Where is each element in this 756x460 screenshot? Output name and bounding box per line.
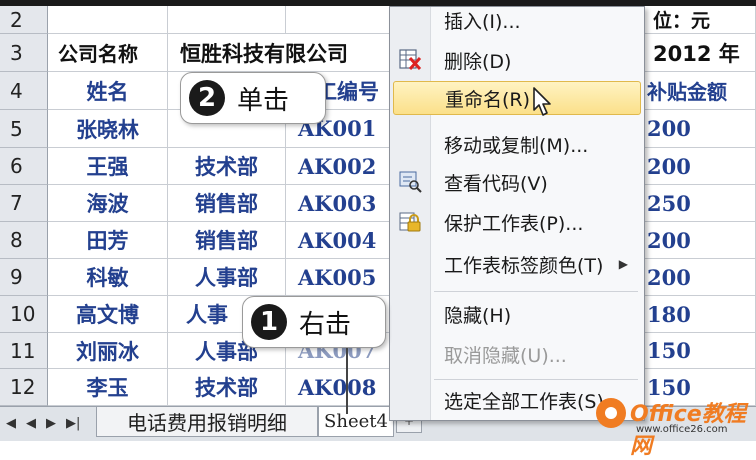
callout-text: 单击 xyxy=(237,85,290,116)
menu-item-tab-color[interactable]: 工作表标签颜色(T) ▶ xyxy=(434,247,640,281)
cell-id[interactable]: AK005 xyxy=(286,259,390,296)
cell-id[interactable]: AK003 xyxy=(286,185,390,222)
office-logo-icon xyxy=(596,398,626,428)
menu-item-insert[interactable]: 插入(I)... xyxy=(434,3,640,37)
menu-item-label: 查看代码(V) xyxy=(444,172,548,195)
delete-sheet-icon xyxy=(399,49,422,71)
callout-step-1: 1 右击 xyxy=(242,296,386,348)
menu-item-label: 选定全部工作表(S) xyxy=(444,390,604,413)
watermark-url: www.office26.com xyxy=(636,424,728,435)
header-name[interactable]: 姓名 xyxy=(48,72,168,110)
row-header-5[interactable]: 5 xyxy=(0,110,48,148)
cell-name[interactable]: 科敏 xyxy=(48,259,168,296)
row-header-7[interactable]: 7 xyxy=(0,185,48,222)
menu-item-label: 删除(D) xyxy=(444,50,512,73)
menu-item-label: 重命名(R) xyxy=(445,88,531,111)
cell-id[interactable]: AK002 xyxy=(286,148,390,185)
cell-dept[interactable]: 技术部 xyxy=(168,148,286,185)
cell-year[interactable]: 2012 年 xyxy=(645,34,756,72)
row-header-11[interactable]: 11 xyxy=(0,333,48,369)
menu-item-label: 隐藏(H) xyxy=(444,304,512,327)
cell-dept[interactable]: 技术部 xyxy=(168,369,286,406)
menu-item-label: 保护工作表(P)... xyxy=(444,212,584,235)
cell-name[interactable]: 刘丽冰 xyxy=(48,333,168,369)
header-amount[interactable]: 补贴金额 xyxy=(645,72,756,110)
menu-item-label: 移动或复制(M)... xyxy=(444,134,589,157)
cell-company-label[interactable]: 公司名称 xyxy=(48,34,168,72)
prev-sheet-icon[interactable]: ◀ xyxy=(26,416,36,431)
row-header-2[interactable]: 2 xyxy=(0,6,48,34)
cell-amount[interactable]: 200 xyxy=(645,110,756,148)
cell-amount[interactable]: 200 xyxy=(645,259,756,296)
cell-row2-a[interactable] xyxy=(48,6,168,34)
mouse-cursor-icon xyxy=(533,87,551,116)
menu-item-label: 工作表标签颜色(T) xyxy=(444,254,604,277)
menu-item-protect-sheet[interactable]: 保护工作表(P)... xyxy=(434,205,640,239)
cell-dept[interactable]: 销售部 xyxy=(168,185,286,222)
menu-item-label: 取消隐藏(U)... xyxy=(444,344,567,367)
step-number-badge: 1 xyxy=(251,304,287,340)
tab-sheet-1[interactable]: 电话费用报销明细 xyxy=(96,407,318,437)
cell-name[interactable]: 张晓林 xyxy=(48,110,168,148)
submenu-arrow-icon: ▶ xyxy=(618,257,628,271)
cell-amount[interactable]: 200 xyxy=(645,148,756,185)
menu-item-view-code[interactable]: 查看代码(V) xyxy=(434,165,640,199)
cell-name[interactable]: 高文博 xyxy=(48,296,168,333)
menu-item-rename[interactable]: 重命名(R) xyxy=(393,81,641,115)
menu-item-delete[interactable]: 删除(D) xyxy=(434,43,640,77)
cell-name[interactable]: 李玉 xyxy=(48,369,168,406)
cell-unit-label[interactable]: 位：元 xyxy=(645,6,756,34)
cell-dept[interactable]: 人事部 xyxy=(168,259,286,296)
callout-leader-line xyxy=(346,348,348,414)
cell-name[interactable]: 田芳 xyxy=(48,222,168,259)
menu-item-label: 插入(I)... xyxy=(444,10,521,33)
row-header-4[interactable]: 4 xyxy=(0,72,48,110)
menu-item-move-copy[interactable]: 移动或复制(M)... xyxy=(434,127,640,161)
first-sheet-icon[interactable]: ◀ xyxy=(6,416,16,431)
cell-company-name[interactable]: 恒胜科技有限公司 xyxy=(168,34,390,72)
row-header-12[interactable]: 12 xyxy=(0,369,48,406)
cell-id[interactable]: AK004 xyxy=(286,222,390,259)
menu-separator xyxy=(434,291,638,292)
step-number-badge: 2 xyxy=(189,80,225,116)
view-code-icon xyxy=(399,171,422,193)
cell-amount[interactable]: 180 xyxy=(645,296,756,333)
row-header-10[interactable]: 10 xyxy=(0,296,48,333)
site-watermark: Office教程网 www.office26.com xyxy=(596,396,754,459)
cell-dept[interactable]: 销售部 xyxy=(168,222,286,259)
cell-row2-b[interactable] xyxy=(168,6,286,34)
next-sheet-icon[interactable]: ▶ xyxy=(46,416,56,431)
callout-step-2: 2 单击 xyxy=(180,72,326,124)
cell-name[interactable]: 海波 xyxy=(48,185,168,222)
cell-amount[interactable]: 150 xyxy=(645,333,756,369)
tab-sheet-2[interactable]: Sheet4 xyxy=(318,407,394,437)
row-header-6[interactable]: 6 xyxy=(0,148,48,185)
sheet-context-menu: 插入(I)... 删除(D) 重命名(R) 移动或复制(M)... 查看代码(V… xyxy=(389,6,645,421)
row-header-8[interactable]: 8 xyxy=(0,222,48,259)
cell-amount[interactable]: 200 xyxy=(645,222,756,259)
callout-text: 右击 xyxy=(299,309,352,340)
cell-amount[interactable]: 250 xyxy=(645,185,756,222)
row-header-3[interactable]: 3 xyxy=(0,34,48,72)
cell-name[interactable]: 王强 xyxy=(48,148,168,185)
row-header-9[interactable]: 9 xyxy=(0,259,48,296)
menu-item-hide[interactable]: 隐藏(H) xyxy=(434,297,640,331)
menu-separator xyxy=(434,379,638,380)
menu-item-unhide: 取消隐藏(U)... xyxy=(434,337,640,371)
cell-id[interactable]: AK008 xyxy=(286,369,390,406)
protect-sheet-icon xyxy=(399,212,421,232)
cell-row2-c[interactable] xyxy=(286,6,390,34)
last-sheet-icon[interactable]: ▶| xyxy=(66,416,80,431)
